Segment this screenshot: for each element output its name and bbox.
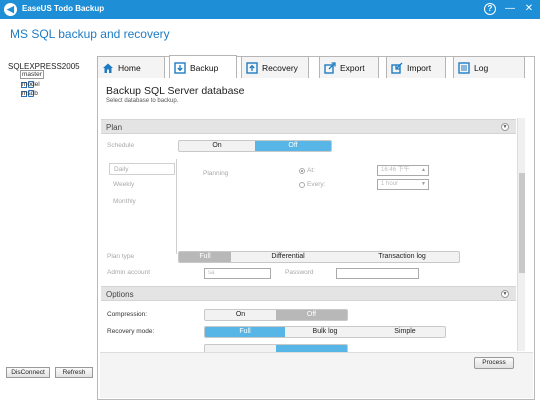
- tab-label: Export: [340, 62, 365, 73]
- time-value: 16:46 下午: [381, 167, 410, 173]
- window-title: EaseUS Todo Backup: [22, 4, 105, 13]
- schedule-off-option[interactable]: Off: [255, 141, 331, 151]
- planning-label: Planning: [203, 170, 229, 177]
- import-icon: [391, 62, 403, 74]
- spin-icon[interactable]: ▲: [421, 166, 426, 175]
- recovery-mode-selector[interactable]: Full Bulk log Simple: [204, 326, 446, 338]
- tab-label: Home: [118, 62, 141, 73]
- password-field[interactable]: [336, 268, 419, 279]
- recovery-icon: [246, 61, 258, 74]
- plan-section-header[interactable]: Plan ▼: [101, 119, 516, 134]
- recovery-mode-simple[interactable]: Simple: [365, 327, 445, 337]
- time-field[interactable]: 16:46 下午 ▲: [377, 165, 429, 176]
- process-button[interactable]: Process: [474, 357, 514, 369]
- scrollbar-thumb[interactable]: [519, 173, 525, 273]
- plan-type-differential[interactable]: Differential: [231, 252, 345, 262]
- collapse-chevron-icon[interactable]: ▼: [501, 290, 509, 298]
- tab-bar: Home Backup Recovery Export Import Log: [97, 55, 535, 79]
- settings-scroll-area: Plan ▼ Schedule On Off Daily Weekly Mont…: [101, 118, 517, 352]
- every-select[interactable]: 1 hour ▼: [377, 179, 429, 190]
- tab-recovery[interactable]: Recovery: [241, 56, 309, 78]
- panel-title: Backup SQL Server database: [106, 85, 245, 97]
- plan-type-transaction-log[interactable]: Transaction log: [345, 252, 459, 262]
- app-header: MS SQL backup and recovery: [0, 19, 540, 56]
- plan-type-label: Plan type: [107, 253, 135, 260]
- admin-account-value: sa: [208, 270, 215, 276]
- radio-at[interactable]: At:: [299, 167, 315, 174]
- plan-type-selector[interactable]: Full Differential Transaction log: [178, 251, 460, 263]
- partial-hidden-toggle[interactable]: [204, 344, 348, 352]
- schedule-toggle[interactable]: On Off: [178, 140, 332, 152]
- radio-label: Every:: [307, 181, 326, 188]
- schedule-type-list: Daily Weekly Monthly: [107, 159, 177, 254]
- tree-item-label: model: [22, 81, 40, 88]
- tab-backup[interactable]: Backup: [169, 55, 237, 79]
- log-icon: [458, 61, 470, 74]
- help-button[interactable]: ?: [484, 3, 496, 15]
- refresh-button[interactable]: Refresh: [55, 367, 93, 378]
- tree-item-model[interactable]: model: [21, 80, 40, 89]
- compression-off-option[interactable]: Off: [276, 310, 347, 320]
- password-label: Password: [285, 269, 314, 276]
- recovery-mode-bulk-log[interactable]: Bulk log: [285, 327, 365, 337]
- options-section-header[interactable]: Options ▼: [101, 286, 516, 301]
- home-icon: [102, 62, 114, 74]
- tab-label: Recovery: [262, 62, 298, 73]
- compression-label: Compression:: [107, 311, 148, 318]
- tree-item-label: msdb: [22, 90, 38, 97]
- compression-toggle[interactable]: On Off: [204, 309, 348, 321]
- title-bar: ◀ EaseUS Todo Backup ? — ✕: [0, 0, 540, 19]
- tree-item-master[interactable]: master: [20, 70, 44, 79]
- schedule-type-monthly[interactable]: Monthly: [109, 196, 175, 208]
- tree-item-label: master: [20, 70, 44, 79]
- recovery-mode-full[interactable]: Full: [205, 327, 285, 337]
- section-title: Plan: [106, 123, 123, 132]
- compression-on-option[interactable]: On: [205, 310, 276, 320]
- radio-every[interactable]: Every:: [299, 181, 325, 188]
- tab-import[interactable]: Import: [386, 56, 446, 78]
- section-title: Options: [106, 290, 134, 299]
- vertical-scrollbar[interactable]: [517, 118, 525, 351]
- schedule-type-weekly[interactable]: Weekly: [109, 179, 175, 191]
- tab-log[interactable]: Log: [453, 56, 525, 78]
- every-value: 1 hour: [381, 181, 399, 187]
- page-title: MS SQL backup and recovery: [10, 27, 170, 41]
- tab-label: Import: [407, 62, 432, 73]
- backup-icon: [174, 61, 186, 74]
- schedule-type-daily[interactable]: Daily: [109, 163, 175, 175]
- collapse-chevron-icon[interactable]: ▼: [501, 123, 509, 131]
- tab-label: Backup: [190, 62, 219, 73]
- radio-label: At:: [307, 167, 315, 174]
- radio-dot[interactable]: [299, 181, 305, 188]
- tab-export[interactable]: Export: [319, 56, 379, 78]
- tree-item-msdb[interactable]: msdb: [21, 89, 38, 98]
- radio-dot[interactable]: [299, 167, 305, 174]
- schedule-label: Schedule: [107, 142, 135, 149]
- admin-account-label: Admin account: [107, 269, 150, 276]
- toggle-option[interactable]: [205, 345, 276, 352]
- tab-home[interactable]: Home: [97, 56, 165, 78]
- disconnect-button[interactable]: DisConnect: [6, 367, 50, 378]
- recovery-mode-label: Recovery mode:: [107, 328, 155, 335]
- panel-header: Backup SQL Server database Select databa…: [106, 85, 245, 104]
- panel-subtitle: Select database to backup.: [106, 98, 179, 104]
- tree-root-server[interactable]: SQLEXPRESS2005: [8, 62, 80, 71]
- admin-account-field[interactable]: sa: [204, 268, 271, 279]
- database-tree-panel: SQLEXPRESS2005 master model msdb: [0, 56, 97, 405]
- tab-label: Log: [474, 62, 489, 73]
- schedule-on-option[interactable]: On: [179, 141, 255, 151]
- export-icon: [324, 61, 336, 74]
- minimize-button[interactable]: —: [503, 2, 517, 16]
- app-logo-icon: ◀: [4, 3, 17, 16]
- toggle-option[interactable]: [276, 345, 347, 352]
- footer-bar: [100, 352, 533, 398]
- close-button[interactable]: ✕: [522, 2, 536, 16]
- plan-type-full[interactable]: Full: [179, 252, 231, 262]
- chevron-down-icon[interactable]: ▼: [421, 180, 426, 189]
